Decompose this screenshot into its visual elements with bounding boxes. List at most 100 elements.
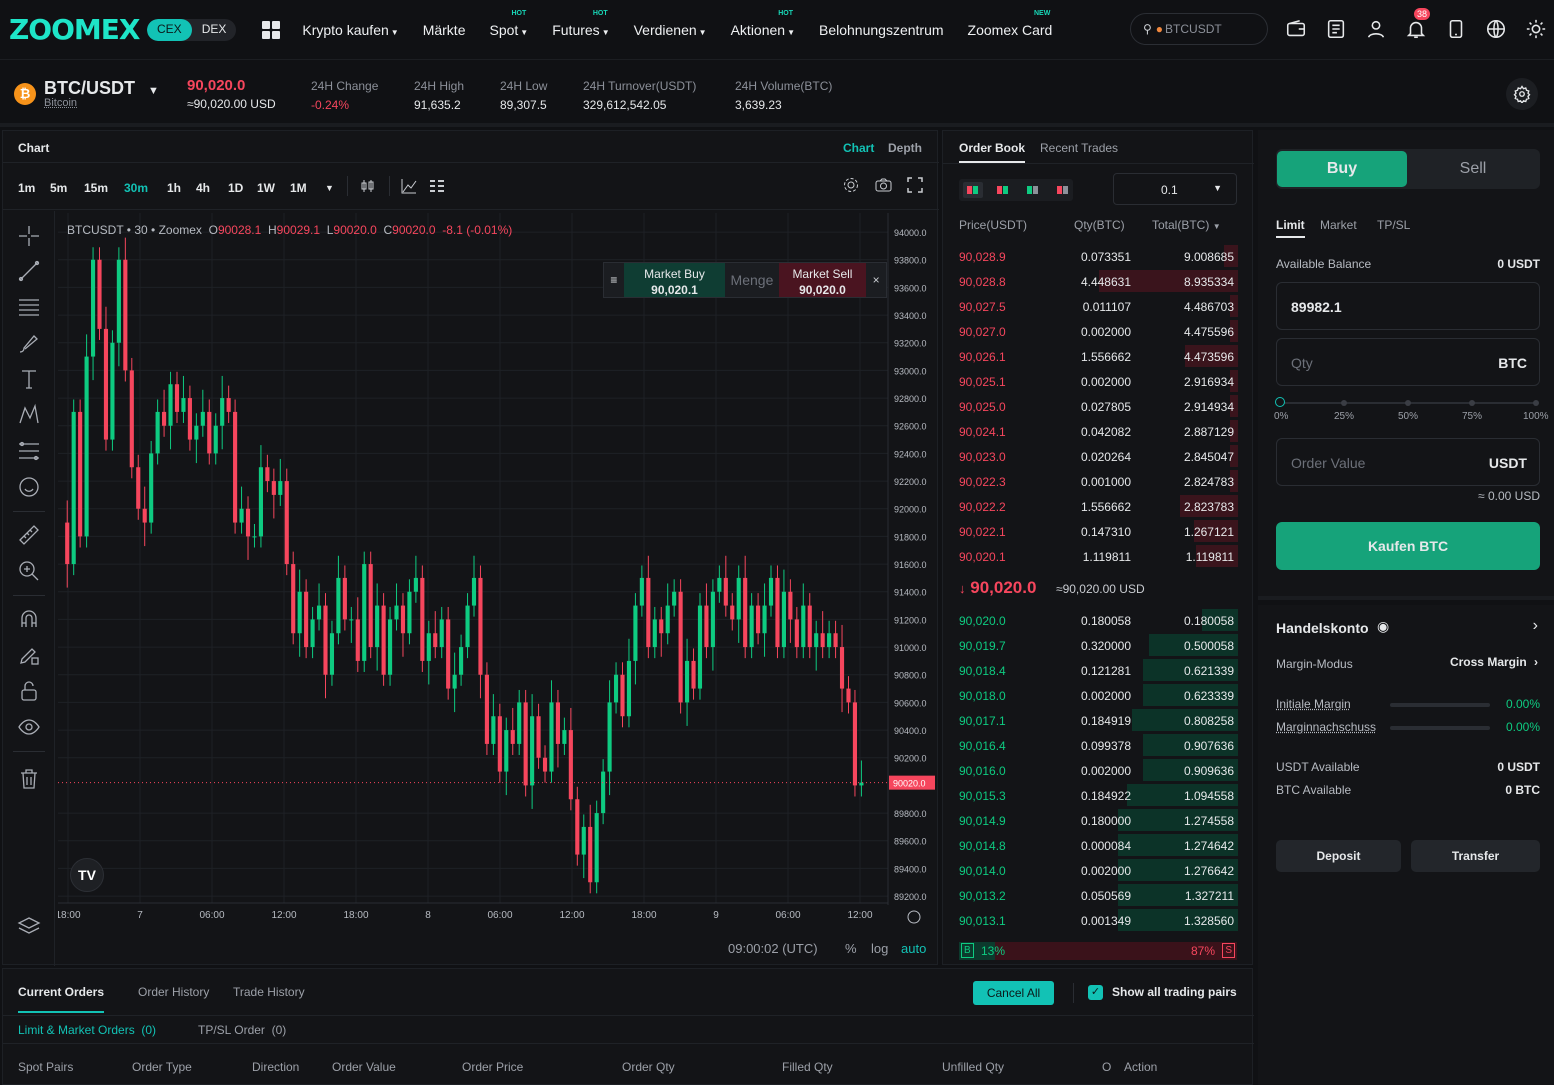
indicators-icon[interactable] xyxy=(401,178,417,194)
ask-row[interactable]: 90,025.1 0.002000 2.916934 xyxy=(943,369,1254,394)
timeframe-30m[interactable]: 30m xyxy=(124,181,148,195)
ask-row[interactable]: 90,027.0 0.002000 4.475596 xyxy=(943,319,1254,344)
layers-icon[interactable] xyxy=(17,915,41,939)
buy-tab[interactable]: Buy xyxy=(1277,151,1407,187)
slider-dot[interactable] xyxy=(1405,400,1411,406)
tab-depth[interactable]: Depth xyxy=(888,141,922,155)
tab-order-book[interactable]: Order Book xyxy=(959,141,1026,163)
qty-input[interactable]: Qty BTC xyxy=(1276,338,1540,386)
order-type-tab-1[interactable]: Market xyxy=(1320,218,1357,232)
bid-row[interactable]: 90,018.0 0.002000 0.623339 xyxy=(943,683,1254,708)
bid-row[interactable]: 90,016.4 0.099378 0.907636 xyxy=(943,733,1254,758)
tab-chart[interactable]: Chart xyxy=(843,141,874,155)
nav-item-4[interactable]: Verdienen ▼ xyxy=(634,22,707,38)
pair-selector[interactable]: BTC/USDT ▼ xyxy=(44,78,159,99)
camera-icon[interactable] xyxy=(875,177,892,193)
nav-item-0[interactable]: Krypto kaufen ▼ xyxy=(302,22,398,38)
ruler-icon[interactable] xyxy=(17,523,41,547)
close-icon[interactable]: × xyxy=(866,263,886,297)
timeframe-1M[interactable]: 1M xyxy=(290,181,307,195)
zoomex-logo[interactable]: ZOOMEX xyxy=(9,13,141,46)
timeframe-1m[interactable]: 1m xyxy=(18,181,35,195)
precision-select[interactable]: 0.1 ▼ xyxy=(1113,173,1237,205)
ask-row[interactable]: 90,028.8 4.448631 8.935334 xyxy=(943,269,1254,294)
text-tool-icon[interactable] xyxy=(17,367,41,391)
deposit-button[interactable]: Deposit xyxy=(1276,840,1401,872)
orders-tab-2[interactable]: Trade History xyxy=(233,985,305,999)
ask-row[interactable]: 90,024.1 0.042082 2.887129 xyxy=(943,419,1254,444)
magnet-icon[interactable] xyxy=(17,607,41,631)
ask-row[interactable]: 90,027.5 0.011107 4.486703 xyxy=(943,294,1254,319)
axis-settings-icon[interactable] xyxy=(907,910,921,924)
pattern-icon[interactable] xyxy=(17,403,41,427)
trash-icon[interactable] xyxy=(17,767,41,791)
wallet-icon[interactable] xyxy=(1285,18,1307,40)
bid-row[interactable]: 90,020.0 0.180058 0.180058 xyxy=(943,608,1254,633)
eye-icon[interactable]: ◉ xyxy=(1377,618,1389,635)
brush-icon[interactable] xyxy=(17,331,41,355)
crosshair-icon[interactable] xyxy=(17,224,41,248)
bid-row[interactable]: 90,013.2 0.050569 1.327211 xyxy=(943,883,1254,908)
market-buy-button[interactable]: Market Buy 90,020.1 xyxy=(623,263,726,297)
eye-icon[interactable] xyxy=(17,715,41,739)
tab-recent-trades[interactable]: Recent Trades xyxy=(1040,141,1118,155)
chevron-right-icon[interactable]: › xyxy=(1533,617,1538,635)
dex-toggle[interactable]: DEX xyxy=(192,19,237,41)
show-all-pairs-checkbox[interactable]: ✓ xyxy=(1088,985,1103,1000)
ask-row[interactable]: 90,020.1 1.119811 1.119811 xyxy=(943,544,1254,569)
ask-row[interactable]: 90,025.0 0.027805 2.914934 xyxy=(943,394,1254,419)
bid-row[interactable]: 90,018.4 0.121281 0.621339 xyxy=(943,658,1254,683)
nav-item-7[interactable]: Zoomex Card NEW xyxy=(968,10,1053,38)
tradingview-logo[interactable]: TV xyxy=(70,858,104,892)
margin-mode-select[interactable]: Cross Margin › xyxy=(1450,655,1538,669)
market-sell-button[interactable]: Market Sell 90,020.0 xyxy=(778,263,867,297)
timeframe-4h[interactable]: 4h xyxy=(196,181,210,195)
slider-dot[interactable] xyxy=(1341,400,1347,406)
user-icon[interactable] xyxy=(1365,18,1387,40)
layout-asks-icon[interactable] xyxy=(1053,182,1073,198)
cex-dex-switch[interactable]: CEX DEX xyxy=(147,18,237,41)
percent-scale-toggle[interactable]: % xyxy=(845,941,857,956)
bell-icon[interactable] xyxy=(1405,18,1427,40)
log-scale-toggle[interactable]: log xyxy=(871,941,888,956)
bid-row[interactable]: 90,013.1 0.001349 1.328560 xyxy=(943,908,1254,933)
order-value-input[interactable]: Order Value USDT xyxy=(1276,438,1540,486)
slider-dot[interactable] xyxy=(1469,400,1475,406)
layout-bids-icon[interactable] xyxy=(1023,182,1043,198)
cex-toggle[interactable]: CEX xyxy=(147,18,192,41)
slider-dot[interactable] xyxy=(1275,397,1285,407)
ask-row[interactable]: 90,022.2 1.556662 2.823783 xyxy=(943,494,1254,519)
layout-split-icon[interactable] xyxy=(993,182,1013,198)
nav-item-1[interactable]: Märkte xyxy=(423,22,466,38)
orders-icon[interactable] xyxy=(1325,18,1347,40)
layout-both-icon[interactable] xyxy=(963,182,983,198)
bid-row[interactable]: 90,014.9 0.180000 1.274558 xyxy=(943,808,1254,833)
timeframe-1D[interactable]: 1D xyxy=(228,181,243,195)
cancel-all-button[interactable]: Cancel All xyxy=(973,981,1054,1005)
chevron-down-icon[interactable]: ▼ xyxy=(148,85,159,97)
order-type-tab-2[interactable]: TP/SL xyxy=(1377,218,1410,232)
quick-qty-input[interactable]: Menge xyxy=(725,263,779,297)
theme-sun-icon[interactable] xyxy=(1525,18,1547,40)
trend-line-icon[interactable] xyxy=(17,259,41,283)
bid-row[interactable]: 90,015.3 0.184922 1.094558 xyxy=(943,783,1254,808)
nav-item-2[interactable]: Spot ▼ HOT xyxy=(489,10,528,38)
bid-row[interactable]: 90,017.1 0.184919 0.808258 xyxy=(943,708,1254,733)
slider-dot[interactable] xyxy=(1533,400,1539,406)
mobile-icon[interactable] xyxy=(1445,18,1467,40)
horizontal-lines-icon[interactable] xyxy=(17,295,41,319)
chart-settings-icon[interactable] xyxy=(843,177,859,193)
orders-subtab-0[interactable]: Limit & Market Orders (0) xyxy=(18,1023,156,1037)
auto-scale-toggle[interactable]: auto xyxy=(901,941,926,956)
nav-item-6[interactable]: Belohnungszentrum xyxy=(819,22,944,38)
orders-subtab-1[interactable]: TP/SL Order (0) xyxy=(198,1023,286,1037)
bid-row[interactable]: 90,014.0 0.002000 1.276642 xyxy=(943,858,1254,883)
timeframe-1h[interactable]: 1h xyxy=(167,181,181,195)
ask-row[interactable]: 90,026.1 1.556662 4.473596 xyxy=(943,344,1254,369)
timeframe-1W[interactable]: 1W xyxy=(257,181,275,195)
search-input[interactable]: ⚲ ● BTCUSDT xyxy=(1130,13,1268,45)
orders-tab-0[interactable]: Current Orders xyxy=(18,985,105,1013)
sell-tab[interactable]: Sell xyxy=(1408,151,1538,187)
bid-row[interactable]: 90,019.7 0.320000 0.500058 xyxy=(943,633,1254,658)
nav-item-5[interactable]: Aktionen ▼ HOT xyxy=(731,10,795,38)
